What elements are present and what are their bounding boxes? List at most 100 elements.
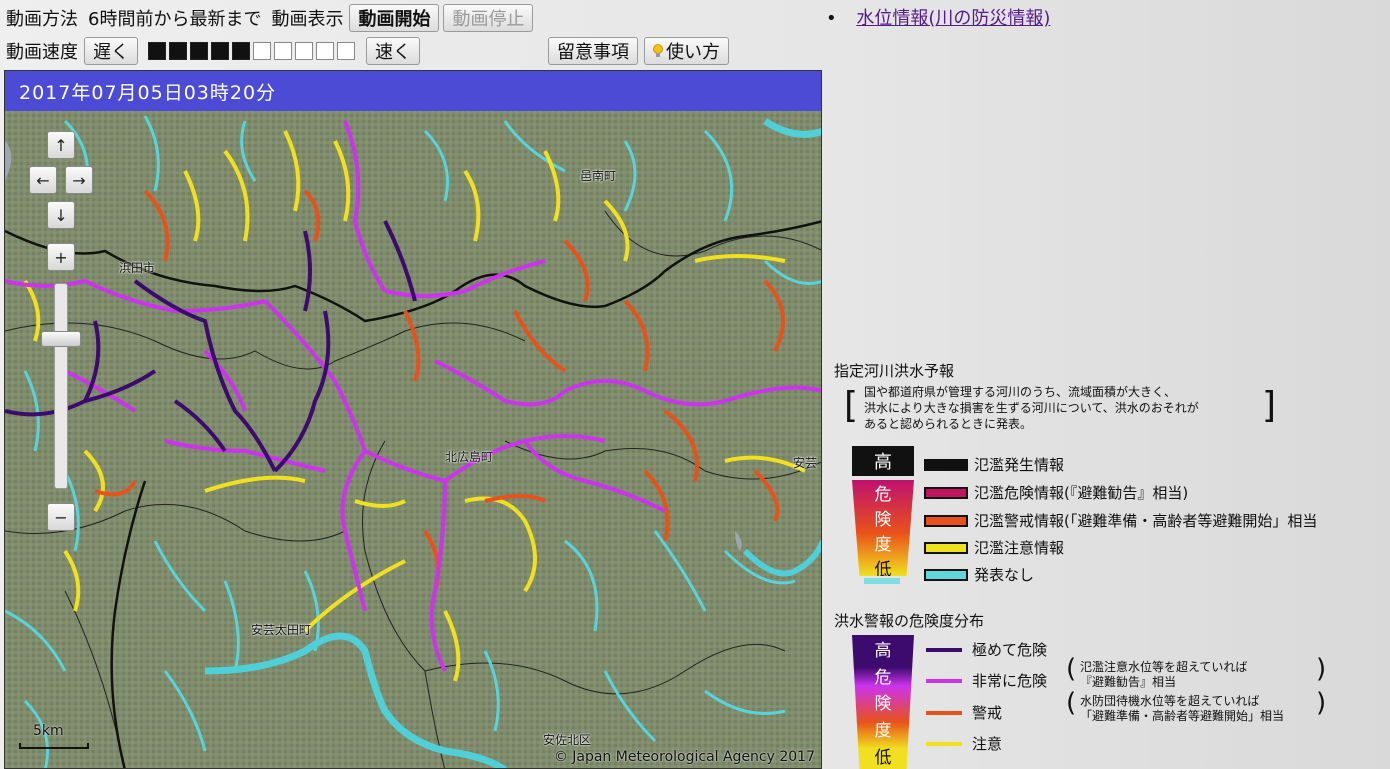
danger-gradient-1: 危 険 度 低 bbox=[852, 480, 914, 576]
zoom-in-button[interactable]: + bbox=[47, 243, 75, 271]
swatch bbox=[924, 514, 968, 527]
swatch bbox=[924, 568, 968, 581]
water-level-link[interactable]: 水位情報(川の防災情報) bbox=[856, 8, 1050, 29]
legend-label: 氾濫発生情報 bbox=[974, 456, 1065, 474]
warning-note-2: ( 水防団待機水位等を超えていれば 「避難準備・高齢者等避難開始」相当 ) bbox=[1066, 688, 1327, 724]
legend-item: 氾濫発生情報 bbox=[924, 454, 1064, 475]
danger-char: 険 bbox=[874, 694, 892, 715]
map-canvas[interactable] bbox=[5, 111, 822, 769]
note-line: 『避難勧告』相当 bbox=[1080, 675, 1177, 689]
display-label: 動画表示 bbox=[271, 9, 344, 30]
flood-warning-title: 洪水警報の危険度分布 bbox=[834, 612, 985, 630]
river-forecast-description: [ 国や都道府県が管理する河川のうち、流域面積が大きく、 洪水により大きな損害を… bbox=[844, 384, 1276, 432]
speed-level-square bbox=[274, 42, 292, 60]
river-forecast-title: 指定河川洪水予報 bbox=[834, 362, 955, 380]
swatch bbox=[924, 458, 968, 471]
map-credit: © Japan Meteorological Agency 2017 bbox=[553, 749, 815, 765]
pan-down-button[interactable]: ↓ bbox=[47, 201, 75, 229]
warning-note-1: ( 氾濫注意水位等を超えていれば 『避難勧告』相当 ) bbox=[1066, 654, 1327, 690]
zoom-out-button[interactable]: − bbox=[47, 503, 75, 531]
legend-item: 警戒 bbox=[926, 702, 1002, 723]
swatch bbox=[926, 647, 962, 652]
desc-line: 洪水により大きな損害を生ずる河川について、洪水のおそれが bbox=[864, 401, 1199, 415]
notes-button[interactable]: 留意事項 bbox=[548, 37, 638, 65]
speed-indicator bbox=[148, 42, 358, 60]
pan-left-button[interactable]: ← bbox=[29, 166, 57, 194]
danger-char: 険 bbox=[874, 510, 892, 530]
howto-button[interactable]: 使い方 bbox=[644, 37, 729, 65]
legend-label: 氾濫警戒情報(「避難準備・高齢者等避難開始」相当 bbox=[974, 512, 1318, 530]
bullet: • bbox=[826, 8, 837, 29]
desc-line: 国や都道府県が管理する河川のうち、流域面積が大きく、 bbox=[864, 385, 1177, 399]
paren-right: ) bbox=[1316, 688, 1327, 718]
danger-char: 低 bbox=[874, 748, 892, 769]
speed-level-square bbox=[232, 42, 250, 60]
legend-label: 警戒 bbox=[972, 704, 1003, 722]
legend-item: 注意 bbox=[926, 733, 1002, 754]
howto-label: 使い方 bbox=[666, 42, 720, 63]
legend-item: 氾濫注意情報 bbox=[924, 537, 1064, 558]
swatch bbox=[926, 678, 962, 683]
danger-char: 低 bbox=[874, 560, 892, 580]
pan-right-button[interactable]: → bbox=[65, 166, 93, 194]
swatch bbox=[926, 741, 962, 746]
scale-label: 5km bbox=[33, 723, 64, 739]
legend-item: 極めて危険 bbox=[926, 639, 1047, 660]
zoom-slider-track[interactable] bbox=[54, 283, 68, 489]
animation-speed-row: 動画速度 遅く 速く 留意事項 使い方 bbox=[6, 37, 729, 65]
legend-item: 非常に危険 bbox=[926, 670, 1047, 691]
speed-level-square bbox=[148, 42, 166, 60]
map-panel[interactable]: 2017年07月05日03時20分 邑南町 浜田市 北広島町 安芸 安芸太田町 … bbox=[4, 70, 822, 769]
bracket-left: [ bbox=[844, 385, 859, 426]
lightbulb-icon bbox=[653, 44, 663, 58]
animation-method-row: 動画方法 6時間前から最新まで 動画表示 動画開始 動画停止 bbox=[6, 4, 534, 32]
high-label: 高 bbox=[874, 640, 892, 661]
slower-button[interactable]: 遅く bbox=[84, 37, 138, 65]
speed-level-square bbox=[169, 42, 187, 60]
note-line: 氾濫注意水位等を超えていれば bbox=[1080, 660, 1248, 674]
paren-right: ) bbox=[1316, 654, 1327, 684]
legend-label: 非常に危険 bbox=[972, 672, 1048, 690]
no-info-bar bbox=[864, 578, 900, 584]
note-line: 「避難準備・高齢者等避難開始」相当 bbox=[1080, 709, 1285, 723]
legend-item: 氾濫危険情報(『避難勧告』相当) bbox=[924, 482, 1188, 503]
map-timestamp-bar: 2017年07月05日03時20分 bbox=[5, 71, 821, 111]
start-animation-button[interactable]: 動画開始 bbox=[349, 4, 440, 32]
legend-item: 発表なし bbox=[924, 564, 1034, 585]
speed-level-square bbox=[253, 42, 271, 60]
paren-left: ( bbox=[1066, 688, 1077, 718]
method-label: 動画方法 bbox=[6, 9, 78, 30]
swatch bbox=[924, 541, 968, 554]
legend-item: 氾濫警戒情報(「避難準備・高齢者等避難開始」相当 bbox=[924, 510, 1317, 531]
stop-animation-button[interactable]: 動画停止 bbox=[443, 4, 534, 32]
bracket-right: ] bbox=[1262, 385, 1277, 426]
danger-char: 度 bbox=[874, 535, 892, 555]
pan-up-button[interactable]: ↑ bbox=[47, 131, 75, 159]
legend-label: 氾濫危険情報(『避難勧告』相当) bbox=[974, 484, 1189, 502]
speed-label: 動画速度 bbox=[6, 42, 78, 63]
high-level-box: 高 bbox=[852, 446, 914, 476]
speed-level-square bbox=[190, 42, 208, 60]
legend-label: 氾濫注意情報 bbox=[974, 539, 1065, 557]
speed-level-square bbox=[295, 42, 313, 60]
place-label: 邑南町 bbox=[580, 169, 617, 183]
method-value[interactable]: 6時間前から最新まで bbox=[88, 5, 261, 31]
faster-button[interactable]: 速く bbox=[366, 37, 420, 65]
scale-bar bbox=[19, 743, 89, 749]
swatch bbox=[924, 486, 968, 499]
legend-label: 発表なし bbox=[974, 566, 1035, 584]
side-links: • 水位情報(川の防災情報) bbox=[826, 4, 1050, 30]
zoom-slider-handle[interactable] bbox=[41, 330, 81, 347]
speed-level-square bbox=[316, 42, 334, 60]
legend-label: 注意 bbox=[972, 735, 1003, 753]
speed-level-square bbox=[211, 42, 229, 60]
place-label: 浜田市 bbox=[119, 261, 156, 275]
note-line: 水防団待機水位等を超えていれば bbox=[1080, 694, 1260, 708]
paren-left: ( bbox=[1066, 654, 1077, 684]
place-label: 北広島町 bbox=[445, 450, 494, 464]
map-timestamp: 2017年07月05日03時20分 bbox=[19, 81, 277, 104]
legend-label: 極めて危険 bbox=[972, 641, 1048, 659]
place-label: 安芸太田町 bbox=[251, 623, 312, 637]
swatch bbox=[926, 710, 962, 715]
danger-char: 度 bbox=[874, 721, 892, 742]
